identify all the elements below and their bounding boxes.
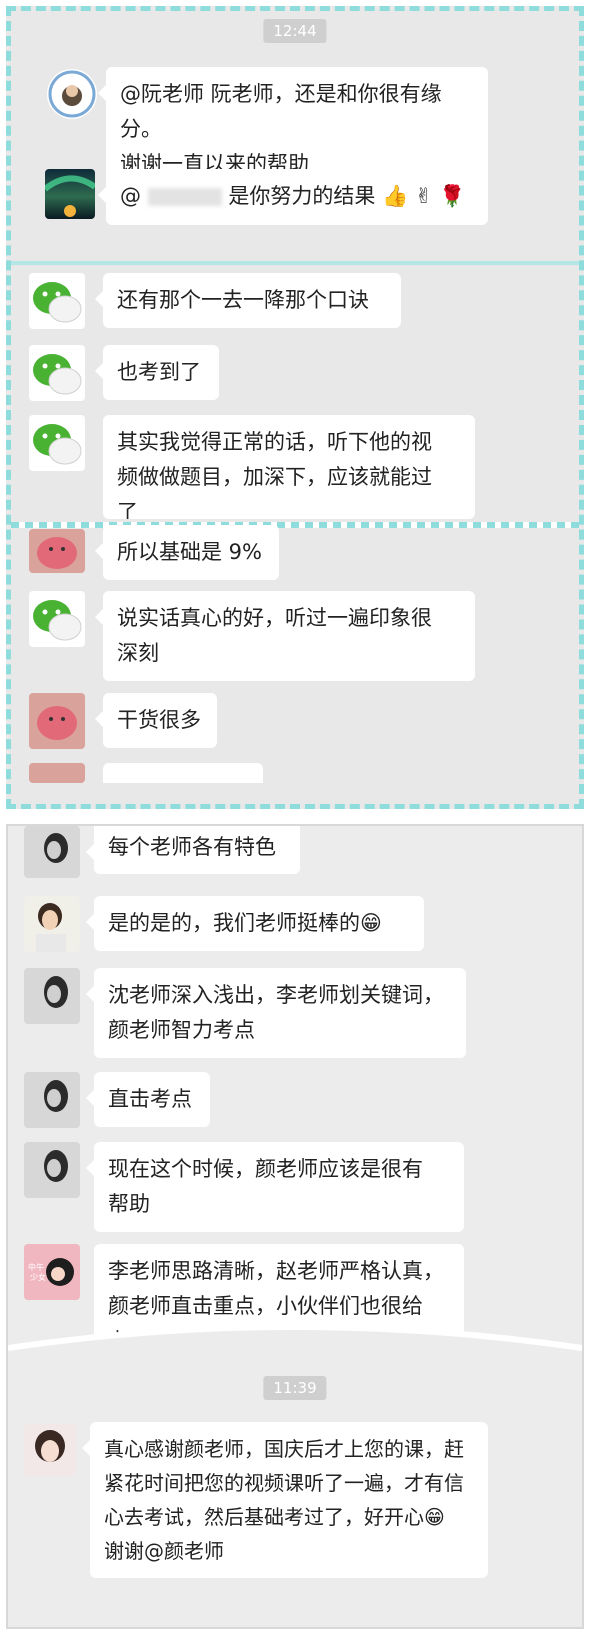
avatar[interactable] — [47, 69, 97, 119]
avatar[interactable] — [29, 591, 85, 647]
avatar[interactable] — [29, 763, 85, 783]
message-bubble: 是的是的，我们老师挺棒的😁 — [86, 896, 424, 951]
avatar[interactable] — [29, 529, 85, 573]
message-text: 帮助 — [108, 1192, 150, 1216]
message-text: 干货很多 — [117, 708, 201, 732]
avatar[interactable] — [45, 169, 95, 219]
message-text: 沈老师深入浅出，李老师划关键词， — [108, 983, 444, 1007]
dashed-divider — [11, 522, 579, 528]
message-text: 每个老师各有特色 — [108, 835, 276, 859]
rose-icon: 🌹 — [439, 184, 466, 208]
avatar[interactable] — [29, 273, 85, 329]
message-bubble: 也考到了 — [95, 345, 219, 400]
avatar[interactable] — [24, 1072, 80, 1128]
message-bubble: 直击考点 — [86, 1072, 210, 1127]
message-text: 紧花时间把您的视频课听了一遍，才有信 — [104, 1471, 464, 1495]
timestamp: 12:44 — [263, 19, 327, 43]
blurred-name — [147, 188, 222, 206]
message-bubble: 真心感谢颜老师，国庆后才上您的课，赶 紧花时间把您的视频课听了一遍，才有信 心去… — [82, 1422, 488, 1578]
avatar[interactable] — [29, 693, 85, 749]
avatar[interactable] — [29, 415, 85, 471]
message-text: 也考到了 — [117, 360, 201, 384]
message-text: 了 — [117, 500, 138, 519]
timestamp: 11:39 — [263, 1376, 327, 1400]
message-bubble — [103, 763, 263, 783]
message-text: 李老师思路清晰，赵老师严格认真， — [108, 1259, 444, 1283]
thumbs-up-icon: 👍 — [382, 184, 409, 208]
message-text: 现在这个时候，颜老师应该是很有 — [108, 1157, 423, 1181]
svg-text:少女: 少女 — [30, 1272, 46, 1282]
wechat-icon — [33, 600, 82, 641]
message-text: 直击考点 — [108, 1087, 192, 1111]
message-text: 颜老师智力考点 — [108, 1018, 255, 1042]
message-bubble: 每个老师各有特色 — [86, 826, 300, 874]
page-curl-divider — [8, 1324, 582, 1386]
chat-screenshot-2: 每个老师各有特色 是的是的，我们老师挺棒的😁 沈老师深入浅出，李老师划关键词， … — [6, 824, 584, 1629]
message-text: 还有那个一去一降那个口诀 — [117, 288, 369, 312]
girl-portrait-icon — [44, 1080, 68, 1112]
message-bubble: 所以基础是 9% — [95, 525, 279, 580]
message-bubble: 干货很多 — [95, 693, 217, 748]
girl-portrait-icon — [35, 1430, 65, 1462]
wechat-icon — [33, 354, 82, 395]
message-text: 是你努力的结果 — [228, 184, 376, 208]
message-bubble: 现在这个时候，颜老师应该是很有 帮助 — [86, 1142, 464, 1232]
message-text: 真心感谢颜老师，国庆后才上您的课，赶 — [104, 1437, 464, 1461]
pig-toy-icon — [37, 537, 77, 569]
school-seal-icon — [48, 70, 96, 118]
aurora-icon — [45, 175, 95, 217]
avatar[interactable] — [29, 345, 85, 401]
message-text: 说实话真心的好，听过一遍印象很 — [117, 606, 432, 630]
message-text: 是的是的，我们老师挺棒的😁 — [108, 911, 382, 935]
avatar[interactable] — [24, 826, 80, 878]
message-bubble: @ 是你努力的结果 👍 ✌ 🌹 — [98, 169, 488, 225]
message-bubble: 其实我觉得正常的话，听下他的视 频做做题目，加深下，应该就能过 了 — [103, 415, 475, 519]
pig-toy-icon — [37, 706, 77, 740]
chat-screenshot-1: 12:44 @阮老师 阮老师，还是和你很有缘分。 谢谢一直以来的帮助 @ 是你努… — [6, 6, 584, 809]
mention-prefix: @ — [120, 184, 141, 208]
cartoon-girl-icon: 中午 少女 — [28, 1258, 74, 1286]
divider — [11, 261, 579, 265]
message-text: 谢谢@颜老师 — [104, 1539, 224, 1563]
avatar[interactable]: 中午 少女 — [24, 1244, 80, 1300]
woman-portrait-icon — [36, 903, 66, 952]
avatar[interactable] — [24, 1142, 80, 1198]
message-text: 所以基础是 9% — [117, 540, 262, 564]
avatar[interactable] — [24, 968, 80, 1024]
message-text: 心去考试，然后基础考过了，好开心😁 — [104, 1505, 445, 1529]
girl-portrait-icon — [44, 833, 68, 863]
message-text: 其实我觉得正常的话，听下他的视 — [117, 430, 432, 454]
message-text: 深刻 — [117, 641, 159, 665]
wechat-icon — [33, 424, 82, 465]
avatar[interactable] — [24, 1424, 76, 1476]
message-bubble: 沈老师深入浅出，李老师划关键词， 颜老师智力考点 — [86, 968, 466, 1058]
message-text: @阮老师 阮老师，还是和你很有缘分。 — [120, 82, 442, 141]
message-text: 频做做题目，加深下，应该就能过 — [117, 465, 432, 489]
message-bubble: 还有那个一去一降那个口诀 — [95, 273, 401, 328]
wechat-icon — [33, 282, 82, 323]
message-bubble: 说实话真心的好，听过一遍印象很 深刻 — [95, 591, 475, 681]
svg-text:中午: 中午 — [28, 1262, 44, 1272]
girl-portrait-icon — [44, 976, 68, 1008]
avatar[interactable] — [24, 896, 80, 952]
girl-portrait-icon — [44, 1150, 68, 1182]
victory-hand-icon: ✌ — [414, 184, 433, 208]
